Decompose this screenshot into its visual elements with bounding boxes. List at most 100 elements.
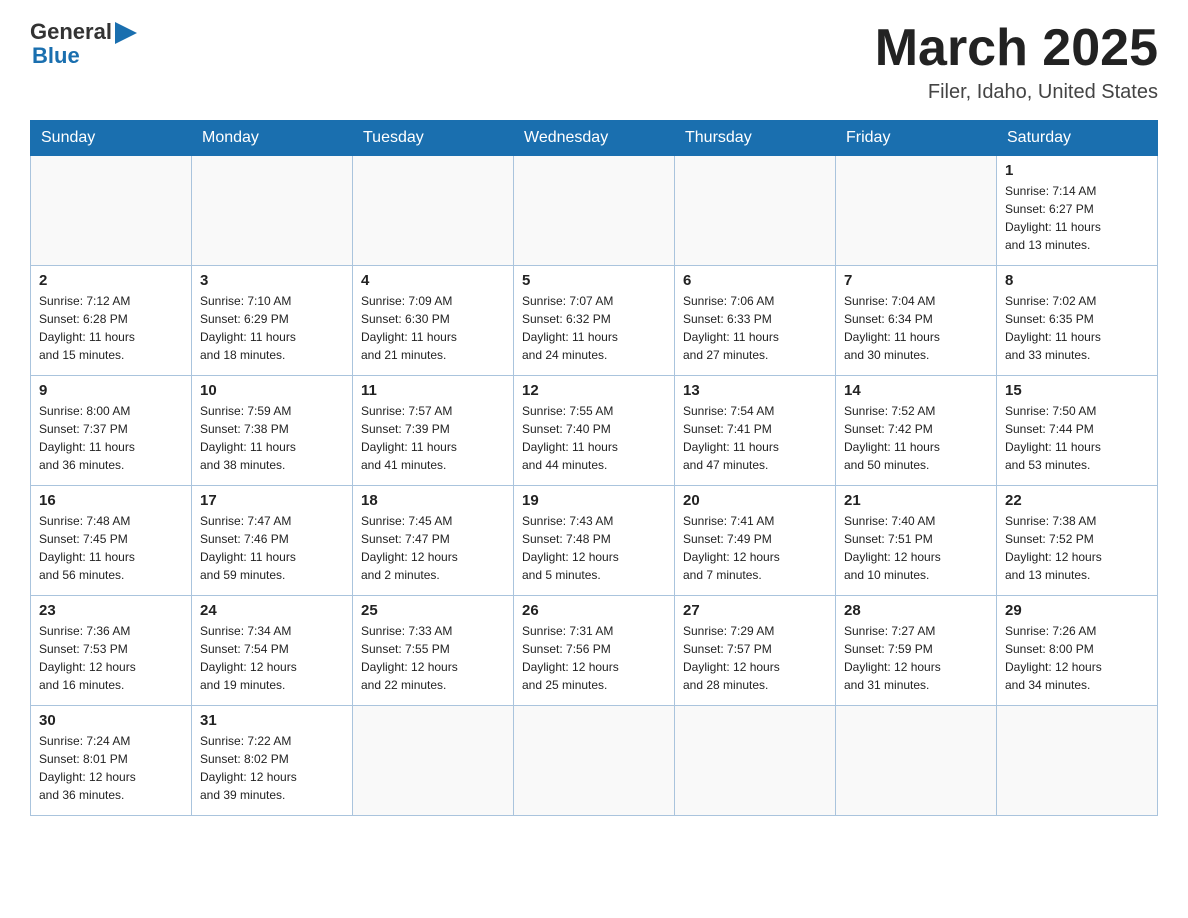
day-info: Sunrise: 7:34 AM Sunset: 7:54 PM Dayligh… <box>200 622 344 694</box>
day-info: Sunrise: 7:45 AM Sunset: 7:47 PM Dayligh… <box>361 512 505 584</box>
day-info: Sunrise: 7:31 AM Sunset: 7:56 PM Dayligh… <box>522 622 666 694</box>
day-info: Sunrise: 7:43 AM Sunset: 7:48 PM Dayligh… <box>522 512 666 584</box>
day-number: 31 <box>200 712 344 729</box>
day-number: 29 <box>1005 602 1149 619</box>
day-number: 2 <box>39 272 183 289</box>
day-info: Sunrise: 7:40 AM Sunset: 7:51 PM Dayligh… <box>844 512 988 584</box>
day-number: 27 <box>683 602 827 619</box>
calendar-cell <box>192 156 353 266</box>
calendar-cell: 16Sunrise: 7:48 AM Sunset: 7:45 PM Dayli… <box>31 486 192 596</box>
title-block: March 2025 Filer, Idaho, United States <box>875 20 1158 104</box>
day-number: 4 <box>361 272 505 289</box>
day-number: 26 <box>522 602 666 619</box>
calendar-cell: 7 Sunrise: 7:04 AM Sunset: 6:34 PM Daylig… <box>836 266 997 376</box>
calendar-table: SundayMondayTuesdayWednesdayThursdayFrid… <box>30 120 1158 816</box>
day-number: 10 <box>200 382 344 399</box>
day-header-sunday: Sunday <box>31 121 192 156</box>
day-header-saturday: Saturday <box>997 121 1158 156</box>
calendar-cell: 20Sunrise: 7:41 AM Sunset: 7:49 PM Dayli… <box>675 486 836 596</box>
day-number: 24 <box>200 602 344 619</box>
day-number: 19 <box>522 492 666 509</box>
day-info: Sunrise: 7:52 AM Sunset: 7:42 PM Dayligh… <box>844 402 988 474</box>
day-header-wednesday: Wednesday <box>514 121 675 156</box>
day-info: Sunrise: 7:47 AM Sunset: 7:46 PM Dayligh… <box>200 512 344 584</box>
day-header-thursday: Thursday <box>675 121 836 156</box>
calendar-cell: 17 Sunrise: 7:47 AM Sunset: 7:46 PM Dayli… <box>192 486 353 596</box>
day-number: 1 <box>1005 162 1149 179</box>
calendar-cell: 18 Sunrise: 7:45 AM Sunset: 7:47 PM Dayli… <box>353 486 514 596</box>
day-info: Sunrise: 7:55 AM Sunset: 7:40 PM Dayligh… <box>522 402 666 474</box>
calendar-week-row: 16Sunrise: 7:48 AM Sunset: 7:45 PM Dayli… <box>31 486 1158 596</box>
day-number: 28 <box>844 602 988 619</box>
calendar-cell <box>675 156 836 266</box>
calendar-cell: 28 Sunrise: 7:27 AM Sunset: 7:59 PM Dayli… <box>836 596 997 706</box>
calendar-cell <box>31 156 192 266</box>
day-number: 21 <box>844 492 988 509</box>
day-info: Sunrise: 7:14 AM Sunset: 6:27 PM Dayligh… <box>1005 182 1149 254</box>
day-info: Sunrise: 7:59 AM Sunset: 7:38 PM Dayligh… <box>200 402 344 474</box>
day-info: Sunrise: 7:33 AM Sunset: 7:55 PM Dayligh… <box>361 622 505 694</box>
calendar-cell: 11 Sunrise: 7:57 AM Sunset: 7:39 PM Dayli… <box>353 376 514 486</box>
day-info: Sunrise: 7:27 AM Sunset: 7:59 PM Dayligh… <box>844 622 988 694</box>
calendar-cell <box>997 706 1158 816</box>
calendar-cell: 14Sunrise: 7:52 AM Sunset: 7:42 PM Dayli… <box>836 376 997 486</box>
day-info: Sunrise: 7:50 AM Sunset: 7:44 PM Dayligh… <box>1005 402 1149 474</box>
day-info: Sunrise: 7:48 AM Sunset: 7:45 PM Dayligh… <box>39 512 183 584</box>
calendar-week-row: 30Sunrise: 7:24 AM Sunset: 8:01 PM Dayli… <box>31 706 1158 816</box>
day-number: 30 <box>39 712 183 729</box>
logo-general-text: General <box>30 20 112 44</box>
month-title: March 2025 <box>875 20 1158 77</box>
day-number: 25 <box>361 602 505 619</box>
day-info: Sunrise: 7:06 AM Sunset: 6:33 PM Dayligh… <box>683 292 827 364</box>
day-number: 11 <box>361 382 505 399</box>
calendar-cell <box>836 156 997 266</box>
day-number: 20 <box>683 492 827 509</box>
calendar-cell: 13 Sunrise: 7:54 AM Sunset: 7:41 PM Dayli… <box>675 376 836 486</box>
day-info: Sunrise: 7:29 AM Sunset: 7:57 PM Dayligh… <box>683 622 827 694</box>
day-info: Sunrise: 7:10 AM Sunset: 6:29 PM Dayligh… <box>200 292 344 364</box>
calendar-cell: 21 Sunrise: 7:40 AM Sunset: 7:51 PM Dayli… <box>836 486 997 596</box>
day-info: Sunrise: 7:12 AM Sunset: 6:28 PM Dayligh… <box>39 292 183 364</box>
calendar-cell: 22Sunrise: 7:38 AM Sunset: 7:52 PM Dayli… <box>997 486 1158 596</box>
calendar-cell <box>675 706 836 816</box>
calendar-cell: 15Sunrise: 7:50 AM Sunset: 7:44 PM Dayli… <box>997 376 1158 486</box>
calendar-cell: 3 Sunrise: 7:10 AM Sunset: 6:29 PM Daylig… <box>192 266 353 376</box>
day-info: Sunrise: 7:54 AM Sunset: 7:41 PM Dayligh… <box>683 402 827 474</box>
day-info: Sunrise: 7:09 AM Sunset: 6:30 PM Dayligh… <box>361 292 505 364</box>
calendar-cell: 9Sunrise: 8:00 AM Sunset: 7:37 PM Daylig… <box>31 376 192 486</box>
day-number: 22 <box>1005 492 1149 509</box>
calendar-cell: 4 Sunrise: 7:09 AM Sunset: 6:30 PM Daylig… <box>353 266 514 376</box>
calendar-cell: 24 Sunrise: 7:34 AM Sunset: 7:54 PM Dayli… <box>192 596 353 706</box>
calendar-cell: 23Sunrise: 7:36 AM Sunset: 7:53 PM Dayli… <box>31 596 192 706</box>
day-number: 13 <box>683 382 827 399</box>
calendar-cell: 29Sunrise: 7:26 AM Sunset: 8:00 PM Dayli… <box>997 596 1158 706</box>
calendar-cell: 27 Sunrise: 7:29 AM Sunset: 7:57 PM Dayli… <box>675 596 836 706</box>
day-info: Sunrise: 7:57 AM Sunset: 7:39 PM Dayligh… <box>361 402 505 474</box>
location-title: Filer, Idaho, United States <box>875 81 1158 104</box>
day-number: 3 <box>200 272 344 289</box>
day-header-monday: Monday <box>192 121 353 156</box>
calendar-cell: 19 Sunrise: 7:43 AM Sunset: 7:48 PM Dayli… <box>514 486 675 596</box>
logo-arrow-icon <box>115 22 137 44</box>
day-info: Sunrise: 7:22 AM Sunset: 8:02 PM Dayligh… <box>200 732 344 804</box>
calendar-cell: 1 Sunrise: 7:14 AM Sunset: 6:27 PM Daylig… <box>997 156 1158 266</box>
day-info: Sunrise: 7:02 AM Sunset: 6:35 PM Dayligh… <box>1005 292 1149 364</box>
calendar-cell: 10 Sunrise: 7:59 AM Sunset: 7:38 PM Dayli… <box>192 376 353 486</box>
day-number: 18 <box>361 492 505 509</box>
calendar-cell: 8 Sunrise: 7:02 AM Sunset: 6:35 PM Daylig… <box>997 266 1158 376</box>
day-header-friday: Friday <box>836 121 997 156</box>
day-number: 8 <box>1005 272 1149 289</box>
day-number: 17 <box>200 492 344 509</box>
calendar-week-row: 2 Sunrise: 7:12 AM Sunset: 6:28 PM Daylig… <box>31 266 1158 376</box>
calendar-cell: 25 Sunrise: 7:33 AM Sunset: 7:55 PM Dayli… <box>353 596 514 706</box>
day-info: Sunrise: 7:04 AM Sunset: 6:34 PM Dayligh… <box>844 292 988 364</box>
logo-blue-text: Blue <box>32 44 137 68</box>
day-number: 7 <box>844 272 988 289</box>
calendar-cell: 5Sunrise: 7:07 AM Sunset: 6:32 PM Daylig… <box>514 266 675 376</box>
day-info: Sunrise: 7:36 AM Sunset: 7:53 PM Dayligh… <box>39 622 183 694</box>
logo: General Blue <box>30 20 137 68</box>
calendar-cell: 30Sunrise: 7:24 AM Sunset: 8:01 PM Dayli… <box>31 706 192 816</box>
calendar-cell: 2 Sunrise: 7:12 AM Sunset: 6:28 PM Daylig… <box>31 266 192 376</box>
calendar-cell: 26 Sunrise: 7:31 AM Sunset: 7:56 PM Dayli… <box>514 596 675 706</box>
calendar-week-row: 9Sunrise: 8:00 AM Sunset: 7:37 PM Daylig… <box>31 376 1158 486</box>
